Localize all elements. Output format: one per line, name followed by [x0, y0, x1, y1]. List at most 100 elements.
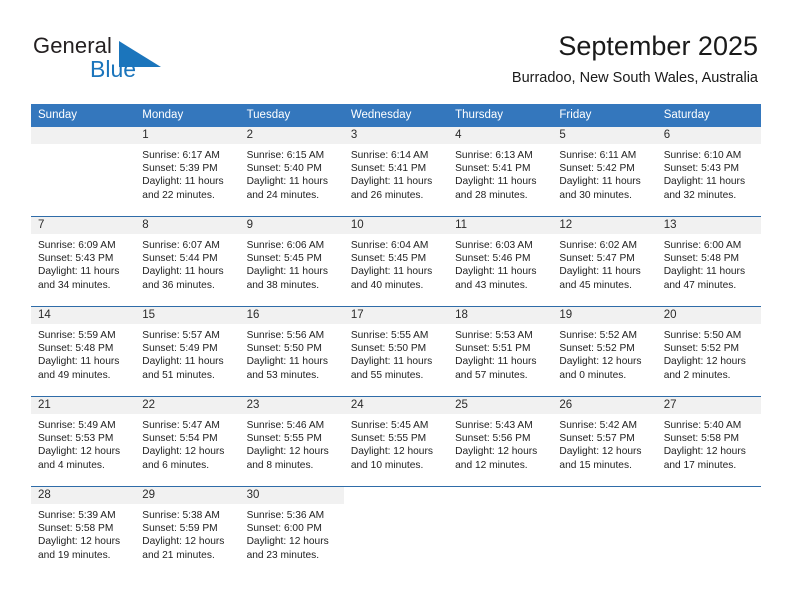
- daylight-duration-line2: and 2 minutes.: [663, 369, 731, 381]
- sunrise-time: Sunrise: 6:17 AM: [142, 150, 220, 161]
- calendar-day-cell[interactable]: 20 Sunrise: 5:50 AM Sunset: 5:52 PM Dayligh…: [656, 306, 761, 397]
- weekday-header-saturday: Saturday: [656, 104, 761, 127]
- calendar-day-cell[interactable]: 9 Sunrise: 6:06 AM Sunset: 5:45 PM Daylight…: [239, 216, 344, 307]
- day-sun-info: Sunrise: 5:38 AM Sunset: 5:59 PM Daylight:…: [135, 504, 239, 562]
- daylight-duration-line1: Daylight: 12 hours: [663, 446, 746, 458]
- daylight-duration-line2: and 24 minutes.: [246, 189, 320, 201]
- sunrise-time: Sunrise: 5:40 AM: [663, 420, 742, 431]
- daylight-duration-line2: and 38 minutes.: [246, 279, 320, 291]
- day-sun-info: Sunrise: 5:39 AM Sunset: 5:58 PM Daylight:…: [31, 504, 135, 562]
- calendar-day-cell[interactable]: 30 Sunrise: 5:36 AM Sunset: 6:00 PM Dayligh…: [239, 486, 344, 576]
- daylight-duration-line2: and 51 minutes.: [142, 369, 215, 381]
- calendar-day-cell[interactable]: 23 Sunrise: 5:46 AM Sunset: 5:55 PM Dayligh…: [239, 396, 344, 487]
- calendar-day-cell[interactable]: 21 Sunrise: 5:49 AM Sunset: 5:53 PM Dayligh…: [31, 396, 136, 487]
- day-sun-info: Sunrise: 5:56 AM Sunset: 5:50 PM Daylight:…: [240, 324, 344, 382]
- calendar-day-cell[interactable]: 24 Sunrise: 5:45 AM Sunset: 5:55 PM Dayligh…: [343, 396, 449, 487]
- calendar-day-cell: [656, 486, 761, 576]
- sunset-time: Sunset: 5:41 PM: [455, 163, 531, 175]
- calendar-day-cell[interactable]: 22 Sunrise: 5:47 AM Sunset: 5:54 PM Dayligh…: [135, 396, 240, 487]
- daylight-duration-line1: Daylight: 11 hours: [455, 356, 537, 368]
- sunrise-time: Sunrise: 5:56 AM: [246, 330, 325, 341]
- day-sun-info: Sunrise: 5:52 AM Sunset: 5:52 PM Daylight:…: [552, 324, 656, 382]
- calendar-day-cell[interactable]: 27 Sunrise: 5:40 AM Sunset: 5:58 PM Dayligh…: [656, 396, 761, 487]
- sunset-time: Sunset: 5:51 PM: [455, 343, 531, 355]
- day-number: 22: [135, 397, 240, 414]
- calendar-week-row: 28 Sunrise: 5:39 AM Sunset: 5:58 PM Dayligh…: [31, 486, 761, 576]
- calendar-day-cell[interactable]: 6 Sunrise: 6:10 AM Sunset: 5:43 PM Daylight…: [656, 127, 761, 217]
- day-number: 9: [239, 217, 344, 234]
- calendar-day-cell[interactable]: 5 Sunrise: 6:11 AM Sunset: 5:42 PM Daylight…: [552, 127, 657, 217]
- sunset-time: Sunset: 5:54 PM: [142, 433, 218, 445]
- brand-logo[interactable]: General Blue: [33, 33, 203, 85]
- sunset-time: Sunset: 5:43 PM: [663, 163, 740, 175]
- calendar-day-cell[interactable]: 2 Sunrise: 6:15 AM Sunset: 5:40 PM Daylight…: [239, 127, 344, 217]
- daylight-duration-line2: and 4 minutes.: [38, 459, 105, 471]
- daylight-duration-line1: Daylight: 12 hours: [38, 446, 121, 458]
- sunset-time: Sunset: 5:52 PM: [663, 343, 740, 355]
- calendar-day-cell[interactable]: 16 Sunrise: 5:56 AM Sunset: 5:50 PM Dayligh…: [239, 306, 344, 397]
- daylight-duration-line1: Daylight: 11 hours: [142, 356, 224, 368]
- sunrise-time: Sunrise: 6:09 AM: [38, 240, 116, 251]
- day-number: [448, 487, 553, 504]
- day-number: 20: [656, 307, 761, 324]
- calendar-day-cell[interactable]: 17 Sunrise: 5:55 AM Sunset: 5:50 PM Dayligh…: [343, 306, 449, 397]
- sunrise-time: Sunrise: 5:59 AM: [38, 330, 116, 341]
- calendar-week-row: 1 Sunrise: 6:17 AM Sunset: 5:39 PM Daylight…: [31, 127, 761, 217]
- day-number: 23: [239, 397, 344, 414]
- sunrise-time: Sunrise: 5:57 AM: [142, 330, 220, 341]
- calendar-day-cell[interactable]: 18 Sunrise: 5:53 AM Sunset: 5:51 PM Dayligh…: [448, 306, 553, 397]
- calendar-day-cell[interactable]: 14 Sunrise: 5:59 AM Sunset: 5:48 PM Dayligh…: [31, 306, 136, 397]
- sunrise-time: Sunrise: 5:39 AM: [38, 510, 116, 521]
- day-sun-info: Sunrise: 6:17 AM Sunset: 5:39 PM Daylight:…: [135, 144, 239, 202]
- daylight-duration-line2: and 28 minutes.: [455, 189, 528, 201]
- sunset-time: Sunset: 5:48 PM: [663, 253, 740, 265]
- calendar-day-cell[interactable]: 29 Sunrise: 5:38 AM Sunset: 5:59 PM Dayligh…: [135, 486, 240, 576]
- daylight-duration-line2: and 12 minutes.: [455, 459, 528, 471]
- calendar-day-cell[interactable]: 11 Sunrise: 6:03 AM Sunset: 5:46 PM Dayligh…: [448, 216, 553, 307]
- sunset-time: Sunset: 5:45 PM: [246, 253, 322, 265]
- day-sun-info: Sunrise: 6:10 AM Sunset: 5:43 PM Daylight:…: [657, 144, 761, 202]
- daylight-duration-line1: Daylight: 11 hours: [350, 266, 433, 278]
- daylight-duration-line1: Daylight: 11 hours: [142, 266, 224, 278]
- day-sun-info: Sunrise: 5:49 AM Sunset: 5:53 PM Daylight:…: [31, 414, 135, 472]
- calendar-day-cell[interactable]: 3 Sunrise: 6:14 AM Sunset: 5:41 PM Daylight…: [343, 127, 449, 217]
- daylight-duration-line1: Daylight: 11 hours: [663, 176, 746, 188]
- daylight-duration-line1: Daylight: 11 hours: [663, 266, 746, 278]
- day-number: 24: [343, 397, 449, 414]
- daylight-duration-line2: and 22 minutes.: [142, 189, 215, 201]
- calendar-day-cell: [552, 486, 657, 576]
- sunrise-time: Sunrise: 6:04 AM: [350, 240, 429, 251]
- sunset-time: Sunset: 5:55 PM: [246, 433, 322, 445]
- calendar-day-cell[interactable]: 7 Sunrise: 6:09 AM Sunset: 5:43 PM Daylight…: [31, 216, 136, 307]
- day-number: 15: [135, 307, 240, 324]
- calendar-day-cell[interactable]: 4 Sunrise: 6:13 AM Sunset: 5:41 PM Daylight…: [448, 127, 553, 217]
- calendar-day-cell[interactable]: 1 Sunrise: 6:17 AM Sunset: 5:39 PM Daylight…: [135, 127, 240, 217]
- day-number: 13: [656, 217, 761, 234]
- calendar-day-cell[interactable]: 10 Sunrise: 6:04 AM Sunset: 5:45 PM Dayligh…: [343, 216, 449, 307]
- daylight-duration-line2: and 49 minutes.: [38, 369, 111, 381]
- day-number: 30: [239, 487, 344, 504]
- calendar-day-cell[interactable]: 15 Sunrise: 5:57 AM Sunset: 5:49 PM Dayligh…: [135, 306, 240, 397]
- weekday-header-monday: Monday: [135, 104, 240, 127]
- sunrise-time: Sunrise: 6:00 AM: [663, 240, 742, 251]
- sunset-time: Sunset: 5:50 PM: [350, 343, 427, 355]
- sunrise-time: Sunrise: 6:02 AM: [559, 240, 637, 251]
- calendar-day-cell[interactable]: 25 Sunrise: 5:43 AM Sunset: 5:56 PM Dayligh…: [448, 396, 553, 487]
- calendar-day-cell[interactable]: 13 Sunrise: 6:00 AM Sunset: 5:48 PM Dayligh…: [656, 216, 761, 307]
- sunrise-time: Sunrise: 5:36 AM: [246, 510, 325, 521]
- calendar-day-cell[interactable]: 26 Sunrise: 5:42 AM Sunset: 5:57 PM Dayligh…: [552, 396, 657, 487]
- sunset-time: Sunset: 5:46 PM: [455, 253, 531, 265]
- calendar-week-row: 14 Sunrise: 5:59 AM Sunset: 5:48 PM Dayligh…: [31, 306, 761, 397]
- calendar-day-cell[interactable]: 28 Sunrise: 5:39 AM Sunset: 5:58 PM Dayligh…: [31, 486, 136, 576]
- day-sun-info: Sunrise: 6:11 AM Sunset: 5:42 PM Daylight:…: [552, 144, 656, 202]
- calendar-day-cell[interactable]: 12 Sunrise: 6:02 AM Sunset: 5:47 PM Dayligh…: [552, 216, 657, 307]
- daylight-duration-line2: and 53 minutes.: [246, 369, 320, 381]
- daylight-duration-line2: and 43 minutes.: [455, 279, 528, 291]
- day-number: 10: [343, 217, 449, 234]
- day-sun-info: Sunrise: 5:42 AM Sunset: 5:57 PM Daylight:…: [552, 414, 656, 472]
- calendar-day-cell[interactable]: 19 Sunrise: 5:52 AM Sunset: 5:52 PM Dayligh…: [552, 306, 657, 397]
- sunset-time: Sunset: 5:48 PM: [38, 343, 114, 355]
- day-number: [31, 127, 136, 144]
- calendar-day-cell[interactable]: 8 Sunrise: 6:07 AM Sunset: 5:44 PM Daylight…: [135, 216, 240, 307]
- day-sun-info: Sunrise: 6:07 AM Sunset: 5:44 PM Daylight:…: [135, 234, 239, 292]
